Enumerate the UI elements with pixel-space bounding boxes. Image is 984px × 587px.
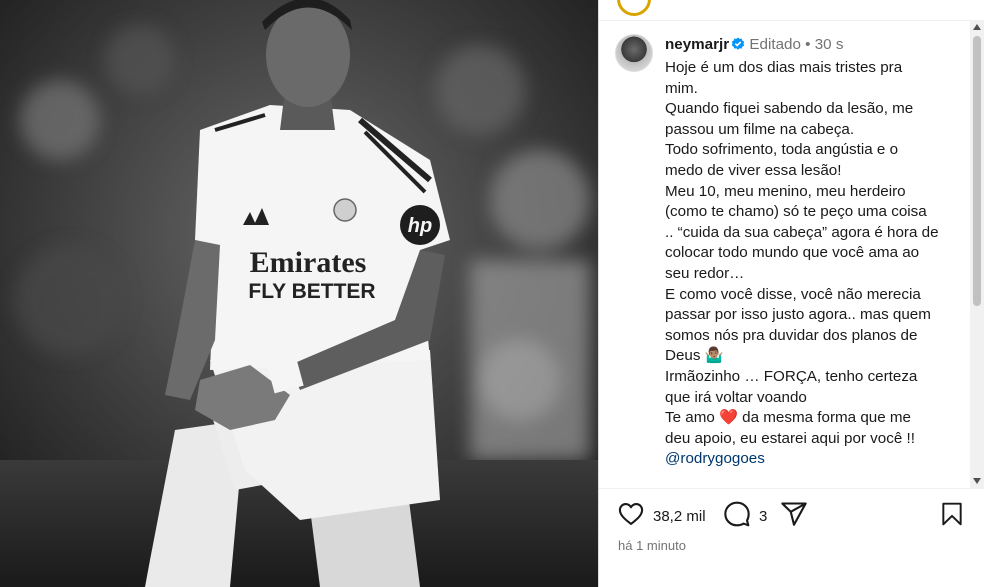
sleeve-logo: hp	[408, 215, 432, 237]
caption-line: medo de viver essa lesão!	[665, 161, 842, 179]
caption-line: colocar todo mundo que você ama ao	[665, 244, 920, 262]
post-caption: neymarjr Editado • 30 s Hoje é um dos di…	[615, 34, 955, 484]
caption-line: Irmãozinho … FORÇA, tenho certeza	[665, 367, 918, 385]
save-action	[939, 500, 965, 532]
post-photo[interactable]: hp Emirates FLY BETTER	[0, 0, 598, 587]
previous-post-header	[599, 0, 984, 21]
edited-label: Editado	[749, 36, 801, 53]
scroll-up-arrow-icon[interactable]	[973, 24, 981, 30]
caption-line: passar por isso justo agora.. mas quem	[665, 306, 931, 324]
jersey-sponsor-tagline: FLY BETTER	[248, 280, 375, 303]
caption-line: Te amo ❤️ da mesma forma que me	[665, 409, 911, 427]
comment-count[interactable]: 3	[759, 508, 767, 525]
caption-line: (como te chamo) só te peço uma coisa	[665, 203, 927, 221]
post-actions-bar: 38,2 mil 3	[617, 500, 967, 532]
story-avatar[interactable]	[617, 0, 651, 16]
bookmark-icon[interactable]	[939, 500, 965, 532]
caption-line: E como você disse, você não merecia	[665, 285, 921, 303]
post-timestamp[interactable]: há 1 minuto	[618, 538, 686, 553]
verified-badge-icon	[731, 36, 745, 58]
comment-action: 3	[723, 500, 767, 532]
caption-line: Quando fiquei sabendo da lesão, me	[665, 100, 914, 118]
share-action	[780, 500, 808, 532]
caption-line: deu apoio, eu estarei aqui por você !!	[665, 429, 915, 447]
post-side-panel: neymarjr Editado • 30 s Hoje é um dos di…	[598, 0, 984, 587]
caption-line: que irá voltar voando	[665, 388, 807, 406]
caption-line: mim.	[665, 79, 698, 97]
caption-line: Deus 🤷🏽‍♂️	[665, 347, 724, 365]
caption-line: passou um filme na cabeça.	[665, 120, 855, 138]
actions-divider	[599, 488, 984, 489]
caption-line: Hoje é um dos dias mais tristes pra	[665, 59, 903, 76]
caption-header: neymarjr Editado • 30 s	[665, 34, 955, 58]
player-photo-illustration: hp Emirates FLY BETTER	[0, 0, 598, 587]
heart-icon[interactable]	[617, 500, 645, 532]
caption-line: Meu 10, meu menino, meu herdeiro	[665, 182, 906, 200]
scroll-down-arrow-icon[interactable]	[973, 478, 981, 484]
jersey-sponsor: Emirates	[250, 246, 367, 279]
share-icon[interactable]	[780, 500, 808, 532]
mention-link[interactable]: @rodrygogoes	[665, 449, 955, 470]
caption-line: somos nós pra duvidar dos planos de	[665, 326, 918, 344]
author-avatar[interactable]	[615, 34, 653, 72]
scroll-thumb[interactable]	[973, 36, 981, 306]
author-username[interactable]: neymarjr	[665, 36, 729, 53]
comment-icon[interactable]	[723, 500, 751, 532]
caption-line: .. “cuida da sua cabeça” agora é hora de	[665, 223, 939, 241]
caption-line: Todo sofrimento, toda angústia e o	[665, 141, 899, 159]
caption-scrollbar[interactable]	[970, 20, 984, 488]
meta-separator: •	[805, 36, 811, 53]
caption-line: seu redor…	[665, 264, 745, 282]
like-action: 38,2 mil	[617, 500, 706, 532]
post-age[interactable]: 30 s	[815, 36, 844, 53]
like-count[interactable]: 38,2 mil	[653, 508, 706, 525]
